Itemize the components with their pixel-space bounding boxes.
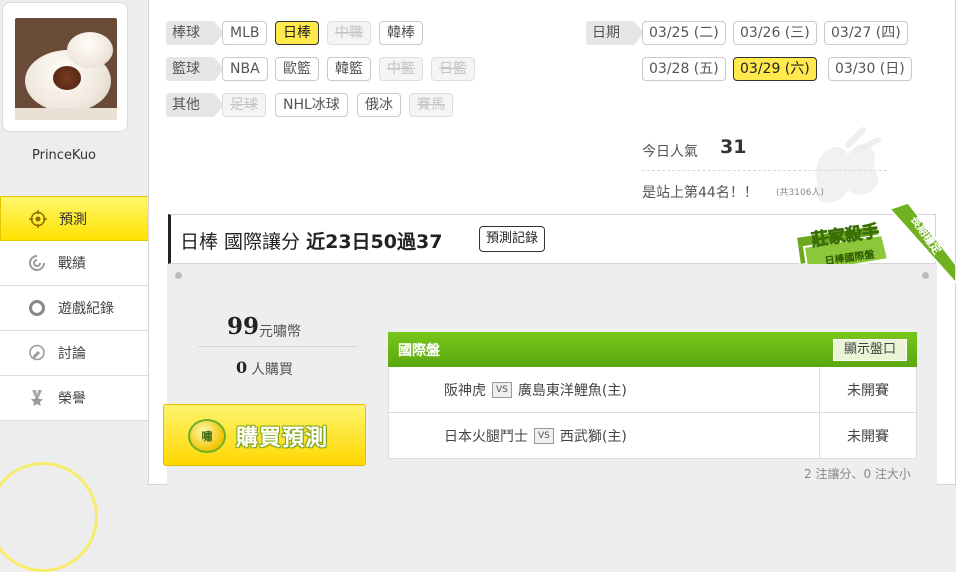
- filter-label-other: 其他: [166, 93, 224, 117]
- filter-tag-soccer: 足球: [222, 93, 266, 117]
- date-tag-0326[interactable]: 03/26 (三): [733, 21, 817, 45]
- filter-tag-kbo[interactable]: 韓棒: [379, 21, 423, 45]
- market-header: 國際盤 顯示盤口: [388, 332, 917, 367]
- filter-tag-nhl[interactable]: NHL冰球: [275, 93, 348, 117]
- buyers-unit: 人購買: [251, 362, 293, 378]
- price-value: 99: [227, 313, 260, 340]
- vs-icon: VS: [534, 427, 554, 444]
- away-team: 阪神虎: [444, 382, 486, 399]
- coin-icon: 嘯: [188, 419, 226, 453]
- buy-button-label: 購買預測: [236, 426, 329, 451]
- menu-item-discussion[interactable]: 討論: [0, 331, 148, 376]
- filter-tag-euro-basketball[interactable]: 歐籃: [275, 57, 319, 81]
- menu-label: 戰績: [58, 256, 86, 272]
- filter-tag-japan-basketball: 日籃: [431, 57, 475, 81]
- home-team: 廣島東洋鯉魚(主): [517, 382, 627, 399]
- game-matchup: 阪神虎 VS 廣島東洋鯉魚(主): [389, 380, 819, 400]
- game-matchup: 日本火腿鬥士 VS 西武獅(主): [389, 426, 819, 446]
- prediction-category: 日棒 國際讓分: [180, 231, 301, 253]
- filter-tag-china-basketball: 中籃: [379, 57, 423, 81]
- popularity-value: 31: [720, 136, 747, 158]
- swirl-icon: [28, 254, 46, 272]
- menu-item-prediction[interactable]: 預測: [0, 196, 164, 241]
- market-table: 國際盤 顯示盤口 阪神虎 VS 廣島東洋鯉魚(主) 未開賽 日本火腿鬥士 VS …: [388, 332, 917, 459]
- ring-icon: [28, 299, 46, 317]
- pin-decoration: [175, 272, 182, 279]
- date-tag-0328[interactable]: 03/28 (五): [642, 57, 726, 81]
- game-row: 日本火腿鬥士 VS 西武獅(主) 未開賽: [388, 413, 917, 459]
- filter-tag-mlb[interactable]: MLB: [222, 21, 268, 45]
- filter-label-baseball: 棒球: [166, 21, 224, 45]
- popularity-label: 今日人氣: [642, 144, 698, 160]
- game-status: 未開賽: [819, 413, 916, 458]
- username[interactable]: PrinceKuo: [0, 148, 128, 163]
- filter-tag-khl[interactable]: 俄冰: [357, 93, 401, 117]
- date-tag-0329[interactable]: 03/29 (六): [733, 57, 817, 81]
- prediction-record: 近23日50過37: [306, 231, 443, 253]
- pin-decoration: [922, 272, 929, 279]
- menu-label: 榮譽: [58, 391, 86, 407]
- target-icon: [29, 209, 47, 228]
- date-tag-0325[interactable]: 03/25 (二): [642, 21, 726, 45]
- divider: [642, 170, 887, 171]
- rank-text: 是站上第44名！！: [642, 185, 758, 201]
- decorative-circle: [0, 462, 98, 572]
- prediction-record-button[interactable]: 預測記錄: [479, 226, 546, 252]
- menu-label: 遊戲紀錄: [58, 301, 114, 317]
- filter-label-basketball: 籃球: [166, 57, 224, 81]
- show-odds-button[interactable]: 顯示盤口: [832, 338, 907, 361]
- market-summary: 2 注讓分、0 注大小: [804, 467, 911, 481]
- game-status: 未開賽: [819, 367, 916, 412]
- buyers-value: 0: [236, 358, 248, 377]
- menu-item-record[interactable]: 戰績: [0, 241, 148, 286]
- chat-icon: [28, 344, 46, 362]
- vs-icon: VS: [492, 381, 512, 398]
- filter-tag-nba[interactable]: NBA: [222, 57, 268, 81]
- game-row: 阪神虎 VS 廣島東洋鯉魚(主) 未開賽: [388, 367, 917, 413]
- menu-label: 討論: [58, 346, 86, 362]
- avatar-card: [2, 2, 128, 132]
- filter-tag-horse-racing: 賽馬: [409, 93, 453, 117]
- filter-tag-korea-basketball[interactable]: 韓籃: [327, 57, 371, 81]
- filter-tag-npb[interactable]: 日棒: [275, 21, 319, 45]
- price-unit: 元嘯幣: [259, 324, 301, 340]
- menu-item-game-history[interactable]: 遊戲紀錄: [0, 286, 148, 331]
- rank-total: (共3106人): [776, 188, 824, 198]
- menu-item-honor[interactable]: 榮譽: [0, 376, 148, 421]
- date-tag-0330[interactable]: 03/30 (日): [828, 57, 912, 81]
- left-sidebar: PrinceKuo 預測 戰績 遊戲紀錄 討論 榮譽: [0, 0, 164, 572]
- home-team: 西武獅(主): [559, 428, 627, 445]
- side-menu: 預測 戰績 遊戲紀錄 討論 榮譽: [0, 196, 164, 421]
- market-title: 國際盤: [398, 342, 440, 359]
- filter-tag-cpbl: 中職: [327, 21, 371, 45]
- medal-icon: [28, 389, 46, 407]
- prediction-title: 日棒 國際讓分 近23日50過37: [180, 227, 442, 254]
- date-label: 日期: [586, 21, 644, 45]
- away-team: 日本火腿鬥士: [444, 428, 528, 445]
- divider: [198, 346, 358, 347]
- menu-label: 預測: [59, 211, 87, 228]
- avatar[interactable]: [15, 18, 117, 120]
- date-tag-0327[interactable]: 03/27 (四): [824, 21, 908, 45]
